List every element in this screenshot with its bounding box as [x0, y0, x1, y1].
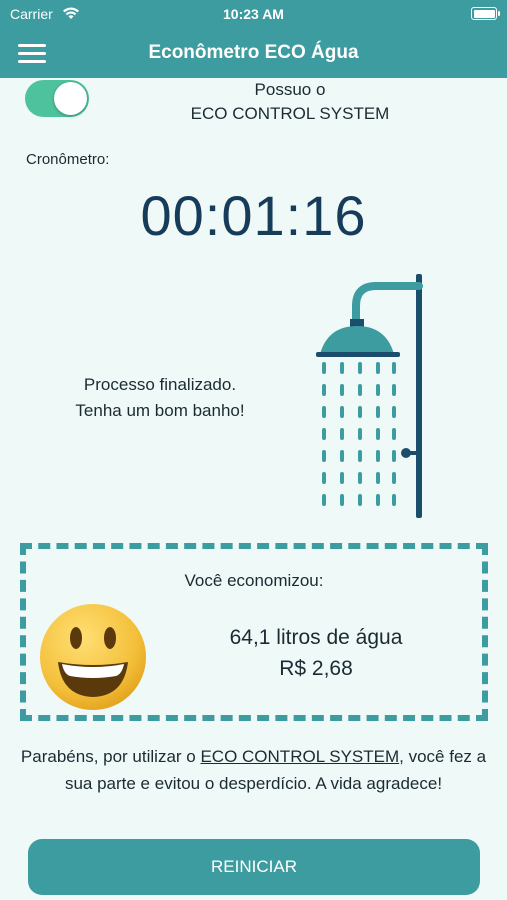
status-line-1: Processo finalizado. — [83, 375, 237, 394]
smiley-face-icon — [40, 604, 146, 710]
battery-icon — [471, 7, 500, 20]
toggle-knob — [54, 82, 87, 115]
status-message: Processo finalizado. Tenha um bom banho! — [20, 372, 300, 424]
status-bar: Carrier 10:23 AM — [0, 0, 507, 28]
timer-label: Cronômetro: — [26, 151, 110, 168]
eco-control-toggle[interactable] — [25, 80, 89, 117]
savings-panel: Você economizou: 64,1 litros de água R$ … — [20, 543, 488, 721]
eco-control-label: Possuo o ECO CONTROL SYSTEM — [160, 78, 420, 126]
nav-bar: Econômetro ECO Água — [0, 28, 507, 78]
eco-control-label-line2: ECO CONTROL SYSTEM — [190, 104, 390, 123]
timer-display: 00:01:16 — [140, 184, 367, 247]
restart-button[interactable]: REINICIAR — [28, 839, 480, 895]
eco-control-link[interactable]: ECO CONTROL SYSTEM — [200, 747, 399, 766]
congrats-prefix: Parabéns, por utilizar o — [20, 747, 201, 766]
congrats-message: Parabéns, por utilizar o ECO CONTROL SYS… — [20, 743, 487, 797]
status-time: 10:23 AM — [223, 6, 284, 22]
saved-money: R$ 2,68 — [279, 657, 353, 680]
page-title: Econômetro ECO Água — [148, 42, 359, 63]
saved-liters: 64,1 litros de água — [229, 626, 403, 649]
savings-heading: Você economizou: — [184, 571, 324, 590]
shower-icon — [316, 274, 423, 518]
eco-control-label-line1: Possuo o — [254, 80, 326, 99]
status-line-2: Tenha um bom banho! — [75, 401, 245, 420]
